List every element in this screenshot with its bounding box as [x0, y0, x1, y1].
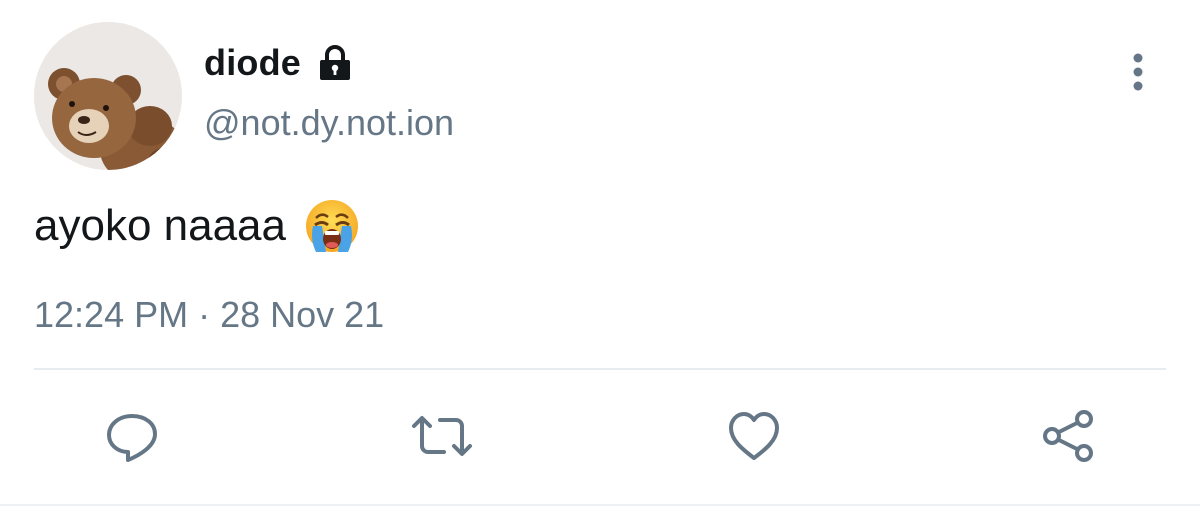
more-options-button[interactable]: [1118, 50, 1158, 94]
tweet-text-row: ayoko naaaa: [34, 196, 360, 256]
heart-icon: [729, 412, 779, 460]
display-name-row: diode: [204, 40, 353, 86]
like-button[interactable]: [722, 404, 786, 468]
teddy-bear-avatar-image: [34, 22, 182, 170]
reply-icon: [107, 414, 157, 462]
share-icon: [1043, 410, 1093, 462]
tweet-time: 12:24 PM: [34, 294, 189, 335]
reply-button[interactable]: [100, 404, 164, 468]
more-vertical-icon: [1133, 53, 1143, 91]
retweet-button[interactable]: [410, 404, 474, 468]
loudly-crying-face-emoji-icon: [304, 198, 360, 254]
tweet-text: ayoko naaaa: [34, 201, 286, 250]
tweet-card: diode @not.dy.not.ion ayoko naaaa 12:24 …: [0, 0, 1200, 524]
share-button[interactable]: [1036, 404, 1100, 468]
divider: [34, 368, 1166, 370]
display-name[interactable]: diode: [204, 42, 301, 84]
meta-separator: ·: [198, 294, 211, 335]
avatar[interactable]: [34, 22, 182, 170]
user-handle[interactable]: @not.dy.not.ion: [204, 102, 454, 144]
tweet-timestamp: 12:24 PM · 28 Nov 21: [34, 294, 384, 336]
retweet-icon: [412, 416, 472, 456]
lock-icon: [317, 44, 353, 82]
tweet-date: 28 Nov 21: [220, 294, 385, 335]
bottom-divider: [0, 504, 1200, 506]
